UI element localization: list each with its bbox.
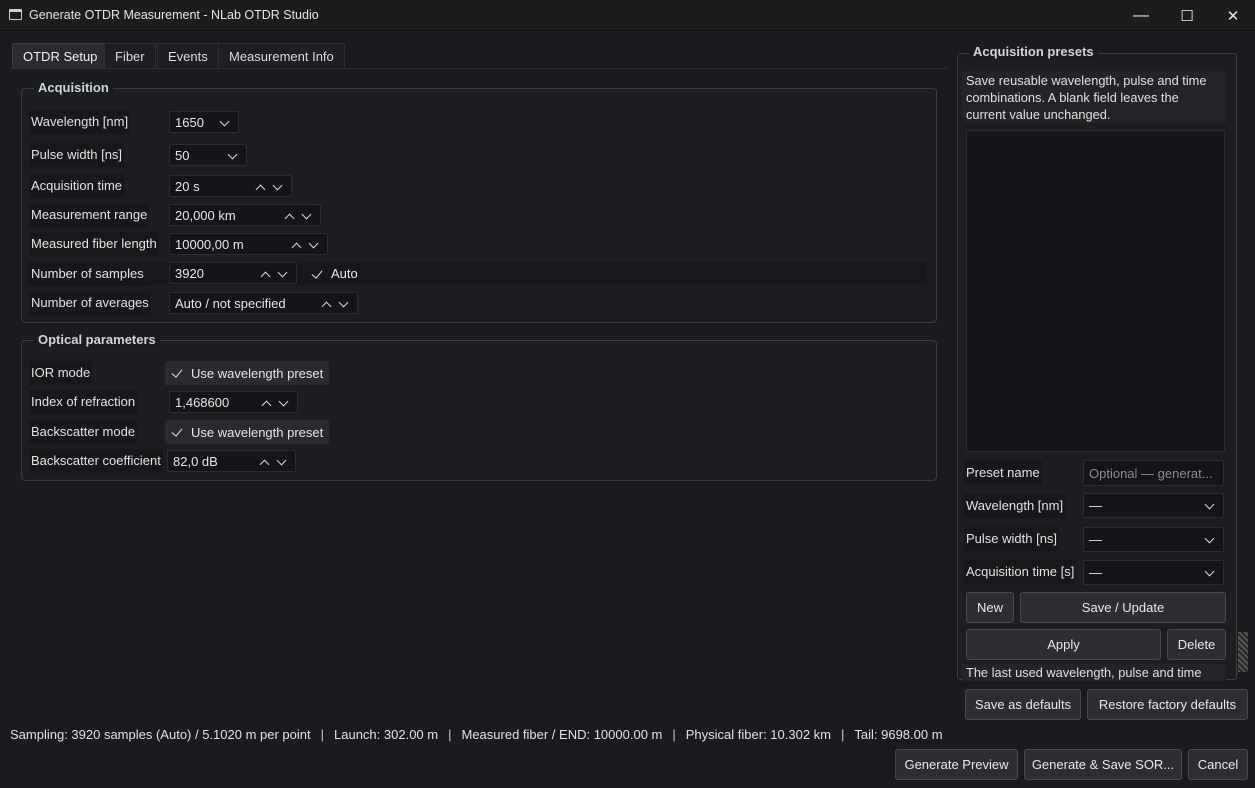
preset-name-input[interactable]: Optional — generat... <box>1083 460 1224 486</box>
tab-fiber[interactable]: Fiber <box>104 43 156 69</box>
averages-label: Number of averages <box>29 291 151 315</box>
chevron-up-icon[interactable] <box>261 397 272 408</box>
chevron-up-icon[interactable] <box>291 239 302 250</box>
status-separator: | <box>448 727 452 742</box>
tab-otdr-setup[interactable]: OTDR Setup <box>12 43 109 69</box>
presets-description: Save reusable wavelength, pulse and time… <box>962 71 1226 123</box>
chevron-down-icon[interactable] <box>272 181 283 192</box>
preset-acq-time-label: Acquisition time [s] <box>964 560 1077 584</box>
status-separator: | <box>841 727 845 742</box>
status-measured: Measured fiber / END: 10000.00 m <box>461 727 663 742</box>
backscatter-coef-label: Backscatter coefficient <box>29 449 163 473</box>
chevron-up-icon[interactable] <box>259 456 270 467</box>
acquisition-time-spinbox[interactable]: 20 s <box>169 175 292 197</box>
preset-name-label: Preset name <box>964 461 1042 485</box>
preset-pulse-label: Pulse width [ns] <box>964 527 1060 551</box>
status-separator: | <box>672 727 676 742</box>
chevron-up-icon[interactable] <box>321 298 332 309</box>
presets-footer-text: The last used wavelength, pulse and time <box>962 664 1226 681</box>
preset-new-button[interactable]: New <box>966 592 1014 623</box>
app-icon <box>9 9 22 20</box>
preset-delete-button[interactable]: Delete <box>1167 629 1226 660</box>
presets-scrollbar-thumb[interactable] <box>1238 632 1248 672</box>
minimize-button[interactable]: — <box>1118 0 1164 31</box>
backscatter-mode-checkbox[interactable]: Use wavelength preset <box>165 420 330 444</box>
samples-auto-checkbox[interactable]: Auto <box>305 262 364 285</box>
fiber-length-spinbox[interactable]: 10000,00 m <box>169 233 328 255</box>
optical-title: Optical parameters <box>34 332 160 347</box>
chevron-up-icon[interactable] <box>260 268 271 279</box>
pulse-width-label: Pulse width [ns] <box>29 143 125 167</box>
status-sampling: Sampling: 3920 samples (Auto) / 5.1020 m… <box>10 727 311 742</box>
cancel-button[interactable]: Cancel <box>1188 749 1248 780</box>
generate-preview-button[interactable]: Generate Preview <box>895 749 1018 780</box>
chevron-down-icon[interactable] <box>278 397 289 408</box>
acquisition-title: Acquisition <box>34 80 113 95</box>
restore-defaults-button[interactable]: Restore factory defaults <box>1087 689 1248 720</box>
preset-pulse-select[interactable]: — <box>1083 527 1224 552</box>
tab-events[interactable]: Events <box>157 43 219 69</box>
acquisition-group <box>21 88 937 323</box>
presets-list[interactable] <box>966 130 1225 452</box>
save-defaults-button[interactable]: Save as defaults <box>965 689 1081 720</box>
chevron-up-icon[interactable] <box>284 210 295 221</box>
close-button[interactable]: ✕ <box>1210 0 1255 31</box>
wavelength-select[interactable]: 1650 <box>169 111 239 133</box>
preset-wavelength-select[interactable]: — <box>1083 493 1224 518</box>
samples-label: Number of samples <box>29 262 146 286</box>
wavelength-label: Wavelength [nm] <box>29 110 131 134</box>
averages-spinbox[interactable]: Auto / not specified <box>169 292 358 314</box>
ior-mode-label: IOR mode <box>29 361 93 385</box>
status-tail: Tail: 9698.00 m <box>854 727 943 742</box>
checkmark-icon <box>171 367 183 379</box>
measurement-range-spinbox[interactable]: 20,000 km <box>169 204 321 226</box>
chevron-down-icon <box>1204 567 1215 578</box>
preset-save-button[interactable]: Save / Update <box>1020 592 1226 623</box>
ior-spinbox[interactable]: 1,468600 <box>169 391 298 413</box>
maximize-button[interactable]: ☐ <box>1164 0 1210 31</box>
preset-apply-button[interactable]: Apply <box>966 629 1161 660</box>
backscatter-coef-spinbox[interactable]: 82,0 dB <box>167 450 296 472</box>
presets-scrollbar[interactable] <box>1237 42 1249 682</box>
status-separator: | <box>320 727 325 742</box>
chevron-down-icon <box>227 150 238 161</box>
chevron-down-icon <box>1204 500 1215 511</box>
chevron-up-icon[interactable] <box>255 181 266 192</box>
checkmark-icon <box>311 268 323 280</box>
chevron-down-icon[interactable] <box>301 210 312 221</box>
chevron-down-icon[interactable] <box>308 239 319 250</box>
presets-title: Acquisition presets <box>969 44 1098 59</box>
samples-spinbox[interactable]: 3920 <box>169 262 297 284</box>
pulse-width-select[interactable]: 50 <box>169 144 247 166</box>
status-physical: Physical fiber: 10.302 km <box>685 727 831 742</box>
status-summary: Sampling: 3920 samples (Auto) / 5.1020 m… <box>10 727 943 742</box>
checkmark-icon <box>171 426 183 438</box>
generate-save-button[interactable]: Generate & Save SOR... <box>1024 749 1182 780</box>
acquisition-time-label: Acquisition time <box>29 174 125 198</box>
backscatter-mode-label: Backscatter mode <box>29 420 138 444</box>
chevron-down-icon <box>219 117 230 128</box>
chevron-down-icon[interactable] <box>276 456 287 467</box>
tab-measurement-info[interactable]: Measurement Info <box>218 43 345 69</box>
chevron-down-icon[interactable] <box>338 298 349 309</box>
preset-wavelength-label: Wavelength [nm] <box>964 494 1066 518</box>
measurement-range-label: Measurement range <box>29 203 150 227</box>
fiber-length-label: Measured fiber length <box>29 232 159 256</box>
chevron-down-icon[interactable] <box>277 268 288 279</box>
ior-label: Index of refraction <box>29 390 138 414</box>
ior-mode-checkbox[interactable]: Use wavelength preset <box>165 361 330 385</box>
chevron-down-icon <box>1204 534 1215 545</box>
window-title: Generate OTDR Measurement - NLab OTDR St… <box>29 8 319 22</box>
status-launch: Launch: 302.00 m <box>334 727 439 742</box>
preset-acq-time-select[interactable]: — <box>1083 560 1224 585</box>
samples-row <box>28 262 927 285</box>
